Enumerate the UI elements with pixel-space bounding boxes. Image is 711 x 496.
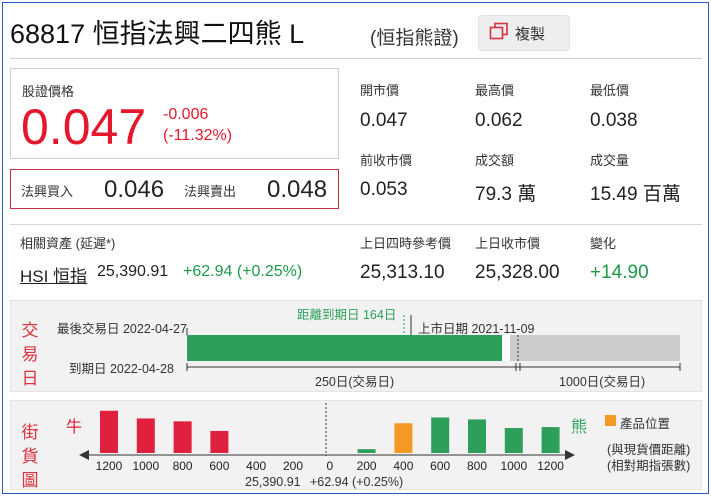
street-chart-panel: 街 貨 圖 牛 熊 產品位置 (與現貨價距離) (相對期指張數) 1200 100… [10,400,702,490]
span-long-label: 1000日(交易日) [557,371,648,390]
product-type: (恒指熊證) [370,28,459,49]
street-tick-label: 1000 [500,459,527,473]
volume-label: 成交量 [590,153,630,168]
trading-days-panel: 交 易 日 最後交易日 2022-04-27 到期日 2022-04-28 距離… [10,300,702,392]
turnover-label: 成交額 [475,153,515,168]
street-tick-label: 1000 [132,459,159,473]
diff-value: +14.90 [590,262,649,283]
price-label: 股證價格 [22,84,75,99]
underlying-prev-close-label: 上日收市價 [475,236,541,251]
underlying-change: +62.94 (+0.25%) [183,263,303,280]
street-tick-label: 0 [326,459,333,473]
copy-button-label: 複製 [515,25,546,43]
street-tick-label: 1200 [537,459,564,473]
bid-value: 0.046 [104,176,165,203]
street-bar-bull-0 [100,410,118,453]
underlying-link[interactable]: HSI 恒指 [20,262,87,287]
price-change-pct: (-11.32%) [163,127,233,144]
bid-label: 法興買入 [21,184,74,199]
street-tick-label: 1200 [96,459,123,473]
section-divider [10,224,702,225]
x-axis-arrow-left [79,450,89,460]
high-value: 0.062 [475,110,523,131]
street-bar-bear-12 [541,427,560,453]
street-tick-label: 400 [246,459,266,473]
street-bar-bear-7 [357,449,376,453]
ask-value: 0.048 [267,176,328,203]
ref-price-label: 上日四時參考價 [360,236,452,251]
street-bar-bull-2 [173,421,192,453]
street-tick-label: 800 [467,459,487,473]
copy-button[interactable]: 複製 [478,15,570,51]
street-tick-label: 200 [283,459,303,473]
turnover-value: 79.3 萬 [475,184,537,205]
header-divider [10,58,702,59]
copy-icon [489,22,509,45]
price-box: 股證價格 0.047 -0.006 (-11.32%) [10,68,339,159]
street-bar-product-8 [394,423,413,453]
street-bar-bear-10 [468,419,486,453]
ref-price-value: 25,313.10 [360,262,445,283]
street-tick-label: 400 [393,459,413,473]
price-change: -0.006 [163,106,209,123]
open-value: 0.047 [360,110,408,131]
bid-ask-box: 法興買入 0.046 法興賣出 0.048 [10,169,339,209]
ask-label: 法興賣出 [184,184,237,199]
street-spot-price: 25,390.91 [245,475,301,489]
prev-close-label: 前收市價 [360,153,413,168]
prev-close-value: 0.053 [360,179,408,200]
underlying-label: 相關資產 (延遲*) [20,236,116,251]
street-tick-label: 200 [357,459,377,473]
diff-label: 變化 [590,236,617,251]
volume-value: 15.49 百萬 [590,184,681,205]
price-value: 0.047 [21,99,147,155]
underlying-price: 25,390.91 [97,263,169,280]
open-label: 開市價 [360,83,400,98]
street-bar-bear-11 [504,428,523,453]
street-tick-label: 800 [173,459,193,473]
street-bar-bull-1 [136,418,155,453]
span-short-label: 250日(交易日) [313,371,397,390]
page-title: 68817 恒指法興二四熊 L [10,19,305,49]
street-bar-bull-3 [210,430,229,453]
street-tick-label: 600 [430,459,450,473]
street-spot-change: +62.94 (+0.25%) [310,475,404,489]
street-tick-label: 600 [209,459,229,473]
underlying-prev-close-value: 25,328.00 [475,262,560,283]
x-axis-arrow-right [565,450,575,460]
high-label: 最高價 [475,83,515,98]
street-bar-bear-9 [431,417,450,453]
low-label: 最低價 [590,83,630,98]
low-value: 0.038 [590,110,638,131]
